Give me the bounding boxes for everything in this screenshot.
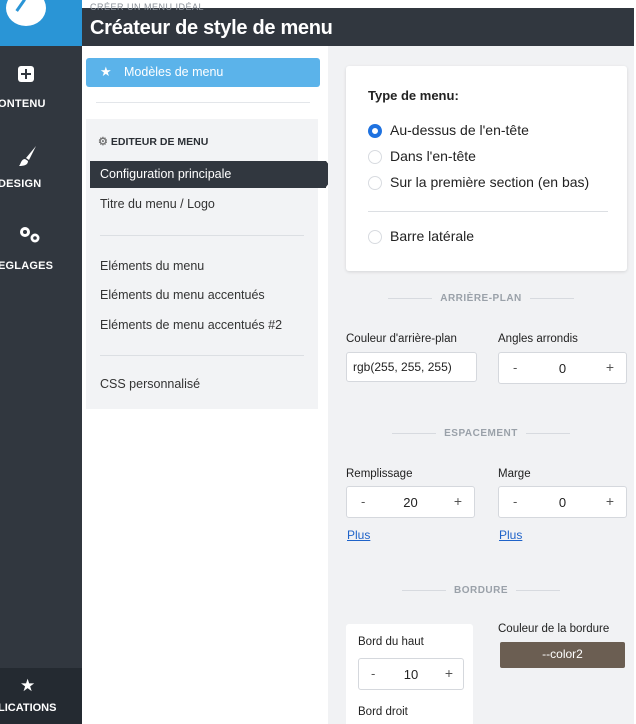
section-title: ARRIÈRE-PLAN (440, 293, 522, 304)
margin-label: Marge (498, 468, 531, 480)
menu-item-title-logo[interactable]: Titre du menu / Logo (100, 197, 215, 211)
rail-item-applications[interactable]: ★ LICATIONS (0, 668, 82, 724)
increment-button[interactable]: + (454, 493, 462, 509)
divider (368, 211, 608, 212)
radius-label: Angles arrondis (498, 333, 578, 345)
editor-heading: ⚙ EDITEUR DE MENU (98, 135, 208, 148)
divider (96, 102, 310, 103)
brush-icon (18, 144, 40, 166)
increment-button[interactable]: + (445, 665, 453, 681)
padding-stepper[interactable]: - 20 + (346, 486, 475, 518)
gears-icon (18, 224, 40, 246)
increment-button[interactable]: + (606, 359, 614, 375)
right-border-label: Bord droit (358, 706, 408, 718)
padding-label: Remplissage (346, 468, 413, 480)
editor-sidebar: ★ Modèles de menu ⚙ EDITEUR DE MENU Confi… (82, 46, 336, 724)
rail-item-content[interactable]: ONTENU (0, 66, 82, 116)
radio-label: Dans l'en-tête (390, 148, 476, 164)
menu-item-main-config[interactable]: Configuration principale (90, 161, 336, 188)
menu-type-heading: Type de menu: (368, 88, 459, 103)
star-icon: ★ (100, 64, 112, 79)
section-spacing: ESPACEMENT (328, 428, 634, 439)
rail-item-label: DESIGN (0, 178, 42, 190)
rail-item-label: EGLAGES (0, 260, 54, 272)
radio-label: Au-dessus de l'en-tête (390, 122, 529, 138)
section-border: BORDURE (328, 585, 634, 596)
divider (100, 355, 304, 356)
logo-icon (6, 0, 46, 26)
radio-icon (368, 150, 382, 164)
radio-icon (368, 176, 382, 190)
editor-heading-label: EDITEUR DE MENU (110, 136, 209, 148)
radio-icon (368, 230, 382, 244)
plus-square-icon (18, 66, 40, 88)
menu-item-accented-2[interactable]: Eléments de menu accentués #2 (100, 318, 282, 332)
radio-selected-icon (368, 124, 382, 138)
border-sides-card: Bord du haut - 10 + Bord droit (346, 624, 473, 724)
rail-item-design[interactable]: DESIGN (0, 144, 82, 194)
gear-icon: ⚙ (98, 136, 108, 148)
top-border-stepper[interactable]: - 10 + (358, 658, 464, 690)
app-header: CRÉER UN MENU IDÉAL Créateur de style de… (82, 2, 634, 46)
menu-editor-card: ⚙ EDITEUR DE MENU Configuration principal… (86, 119, 336, 409)
settings-panel: Type de menu: Au-dessus de l'en-tête Dan… (328, 46, 634, 724)
section-title: BORDURE (453, 585, 509, 596)
top-border-label: Bord du haut (358, 636, 424, 648)
increment-button[interactable]: + (606, 493, 614, 509)
bg-color-label: Couleur d'arrière-plan (346, 333, 457, 345)
padding-more-link[interactable]: Plus (347, 528, 370, 542)
margin-stepper[interactable]: - 0 + (498, 486, 627, 518)
rail-item-settings[interactable]: EGLAGES (0, 224, 82, 274)
rail-item-label: LICATIONS (0, 702, 57, 714)
bg-color-input[interactable]: rgb(255, 255, 255) (346, 352, 477, 382)
margin-more-link[interactable]: Plus (499, 528, 522, 542)
menu-templates-button[interactable]: ★ Modèles de menu (86, 58, 320, 87)
app-kicker: CRÉER UN MENU IDÉAL (90, 2, 205, 12)
menu-item-elements[interactable]: Eléments du menu (100, 259, 204, 273)
radius-stepper[interactable]: - 0 + (498, 352, 627, 384)
menu-item-accented[interactable]: Eléments du menu accentués (100, 288, 265, 302)
rail-item-label: ONTENU (0, 98, 46, 110)
menu-templates-label: Modèles de menu (124, 65, 224, 79)
section-title: ESPACEMENT (444, 428, 518, 439)
app-logo[interactable] (0, 0, 82, 46)
page-title: Créateur de style de menu (90, 17, 333, 39)
star-icon: ★ (20, 676, 36, 695)
section-background: ARRIÈRE-PLAN (328, 293, 634, 304)
divider (100, 235, 304, 236)
menu-item-custom-css[interactable]: CSS personnalisé (100, 377, 200, 391)
border-color-swatch[interactable]: --color2 (500, 642, 625, 668)
border-color-label: Couleur de la bordure (498, 623, 610, 635)
radio-label: Sur la première section (en bas) (390, 174, 590, 190)
radio-label: Barre latérale (390, 228, 475, 244)
menu-type-card: Type de menu: Au-dessus de l'en-tête Dan… (346, 66, 627, 271)
icon-rail: ONTENU DESIGN EGLAGES ★ LICATIONS (0, 0, 82, 724)
